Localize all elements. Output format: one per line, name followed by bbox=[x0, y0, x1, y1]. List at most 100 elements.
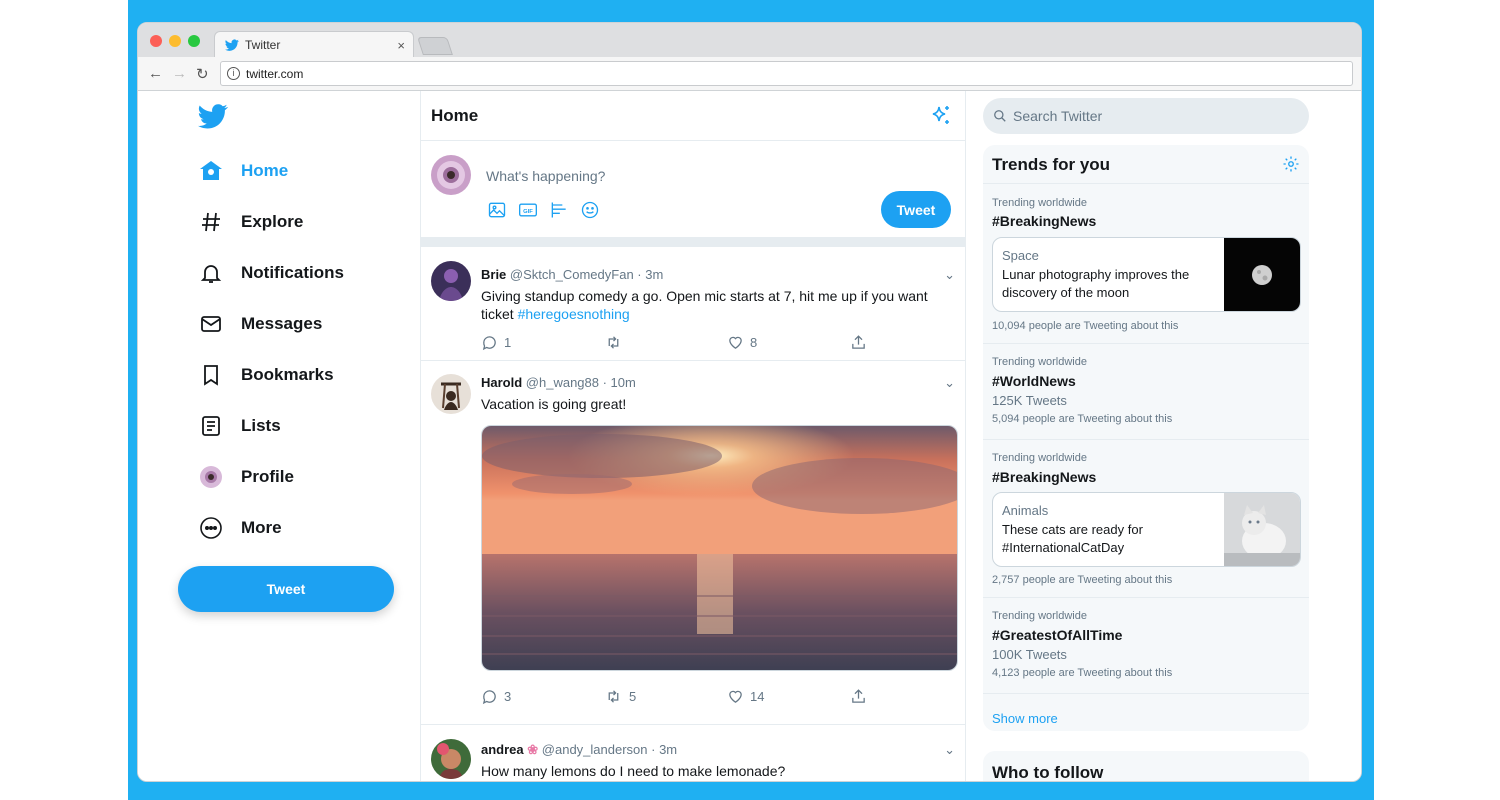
forward-arrow-icon[interactable]: → bbox=[172, 65, 187, 82]
poll-icon[interactable] bbox=[548, 199, 569, 220]
who-to-follow-panel: Who to follow bbox=[983, 751, 1309, 781]
user-avatar[interactable] bbox=[431, 155, 471, 195]
image-icon[interactable] bbox=[486, 199, 507, 220]
nav-item-lists[interactable]: Lists bbox=[198, 406, 281, 446]
back-arrow-icon[interactable]: ← bbox=[148, 65, 163, 82]
twitter-logo-icon[interactable] bbox=[196, 101, 230, 131]
author-handle: @andy_landerson · 3m bbox=[541, 742, 678, 757]
nav-item-messages[interactable]: Messages bbox=[198, 304, 322, 344]
trend-count: 125K Tweets bbox=[992, 393, 1067, 408]
trends-title: Trends for you bbox=[992, 155, 1111, 174]
more-icon bbox=[198, 515, 224, 541]
trend-footer: 4,123 people are Tweeting about this bbox=[992, 667, 1173, 679]
tweet-author: Brie @Sktch_ComedyFan · 3m bbox=[481, 267, 663, 282]
nav-item-label: More bbox=[241, 518, 282, 537]
left-navigation: Home Explore Notifications Messages Book… bbox=[138, 91, 420, 781]
nav-item-bookmarks[interactable]: Bookmarks bbox=[198, 355, 334, 395]
tweet-button-sidebar[interactable]: Tweet bbox=[178, 566, 394, 612]
nav-item-label: Explore bbox=[241, 212, 304, 231]
nav-item-profile[interactable]: Profile bbox=[198, 457, 294, 497]
trend-hashtag[interactable]: #BreakingNews bbox=[992, 213, 1096, 229]
sparkle-icon[interactable] bbox=[929, 104, 953, 128]
browser-tab[interactable]: Twitter × bbox=[214, 31, 414, 58]
reply-icon bbox=[482, 336, 496, 351]
reply-count: 3 bbox=[504, 689, 512, 704]
trends-panel: Trends for you Trending worldwide #Break… bbox=[983, 145, 1309, 731]
share-button[interactable] bbox=[850, 688, 867, 705]
like-count: 14 bbox=[750, 689, 765, 704]
nav-item-home[interactable]: Home bbox=[198, 151, 288, 191]
search-icon bbox=[994, 110, 1006, 122]
background-frame: Twitter × ← → ↻ i twitter.com Home Explo… bbox=[128, 0, 1374, 800]
share-button[interactable] bbox=[850, 334, 867, 351]
window-controls bbox=[150, 35, 200, 47]
nav-item-label: Profile bbox=[241, 467, 294, 486]
flower-emoji-icon: ❀ bbox=[527, 742, 539, 757]
tweet-item[interactable]: Harold @h_wang88 · 10m ⌄ Vacation is goi… bbox=[421, 361, 965, 725]
card-category: Space bbox=[1002, 248, 1039, 263]
trend-news-card[interactable]: Animals These cats are ready for #Intern… bbox=[992, 492, 1301, 567]
trend-hashtag[interactable]: #WorldNews bbox=[992, 373, 1076, 389]
twitter-page: Home Explore Notifications Messages Book… bbox=[138, 91, 1361, 781]
gear-icon[interactable] bbox=[1282, 155, 1300, 173]
chevron-down-icon[interactable]: ⌄ bbox=[944, 375, 955, 391]
nav-item-label: Messages bbox=[241, 314, 323, 333]
maximize-window-button[interactable] bbox=[188, 35, 200, 47]
tweet-avatar[interactable] bbox=[431, 374, 471, 414]
tweet-item[interactable]: Brie @Sktch_ComedyFan · 3m ⌄ Giving stan… bbox=[421, 247, 965, 361]
tweet-text: How many lemons do I need to make lemona… bbox=[481, 763, 786, 779]
timeline-column: Home What's happening? GIF Tweet Brie @S… bbox=[420, 91, 966, 781]
nav-item-label: Lists bbox=[241, 416, 281, 435]
trend-item[interactable]: Trending worldwide #BreakingNews Animals… bbox=[983, 439, 1309, 597]
nav-item-more[interactable]: More bbox=[198, 508, 282, 548]
divider bbox=[983, 693, 1309, 694]
chevron-down-icon[interactable]: ⌄ bbox=[944, 267, 955, 283]
tweet-item[interactable]: andrea ❀ @andy_landerson · 3m ⌄ How many… bbox=[421, 725, 965, 781]
trend-item[interactable]: Trending worldwide #BreakingNews Space L… bbox=[983, 183, 1309, 343]
tweet-button[interactable]: Tweet bbox=[881, 191, 951, 228]
nav-item-explore[interactable]: Explore bbox=[198, 202, 303, 242]
nav-item-label: Notifications bbox=[241, 263, 344, 282]
trend-news-card[interactable]: Space Lunar photography improves the dis… bbox=[992, 237, 1301, 312]
divider bbox=[421, 237, 965, 247]
author-name[interactable]: andrea bbox=[481, 742, 524, 757]
reply-button[interactable]: 3 bbox=[481, 688, 604, 705]
home-icon bbox=[198, 158, 224, 184]
trend-hashtag[interactable]: #GreatestOfAllTime bbox=[992, 627, 1122, 643]
reply-icon bbox=[482, 690, 496, 705]
tab-close-icon[interactable]: × bbox=[397, 38, 405, 53]
nav-item-label: Bookmarks bbox=[241, 365, 334, 384]
trend-item[interactable]: Trending worldwide #GreatestOfAllTime 10… bbox=[983, 597, 1309, 693]
like-button[interactable]: 8 bbox=[727, 334, 850, 351]
nav-item-notifications[interactable]: Notifications bbox=[198, 253, 344, 293]
trend-hashtag[interactable]: #BreakingNews bbox=[992, 469, 1096, 485]
hashtag-link[interactable]: #heregoesnothing bbox=[518, 306, 630, 322]
compose-input[interactable]: What's happening? bbox=[486, 168, 605, 184]
like-button[interactable]: 14 bbox=[727, 688, 850, 705]
trend-item[interactable]: Trending worldwide #WorldNews 125K Tweet… bbox=[983, 343, 1309, 439]
browser-window: Twitter × ← → ↻ i twitter.com Home Explo… bbox=[137, 22, 1362, 782]
retweet-button[interactable] bbox=[604, 334, 727, 351]
search-input[interactable]: Search Twitter bbox=[983, 98, 1309, 134]
card-headline: Lunar photography improves the discovery… bbox=[1002, 267, 1190, 300]
author-name[interactable]: Harold bbox=[481, 375, 522, 390]
tweet-avatar[interactable] bbox=[431, 739, 471, 779]
author-name[interactable]: Brie bbox=[481, 267, 506, 282]
retweet-button[interactable]: 5 bbox=[604, 688, 727, 705]
new-tab-button[interactable] bbox=[417, 37, 453, 55]
minimize-window-button[interactable] bbox=[169, 35, 181, 47]
info-icon[interactable]: i bbox=[227, 67, 240, 80]
reply-button[interactable]: 1 bbox=[481, 334, 604, 351]
reload-icon[interactable]: ↻ bbox=[196, 65, 209, 83]
trend-footer: 5,094 people are Tweeting about this bbox=[992, 413, 1173, 425]
sunset-photo[interactable] bbox=[481, 425, 958, 671]
emoji-icon[interactable] bbox=[579, 199, 600, 220]
tweet-author: Harold @h_wang88 · 10m bbox=[481, 375, 636, 390]
close-window-button[interactable] bbox=[150, 35, 162, 47]
tweet-avatar[interactable] bbox=[431, 261, 471, 301]
show-more-link[interactable]: Show more bbox=[992, 711, 1058, 726]
chevron-down-icon[interactable]: ⌄ bbox=[944, 742, 955, 758]
url-field[interactable]: i twitter.com bbox=[220, 61, 1353, 86]
cat-thumbnail bbox=[1224, 493, 1300, 566]
gif-icon[interactable]: GIF bbox=[517, 199, 538, 220]
